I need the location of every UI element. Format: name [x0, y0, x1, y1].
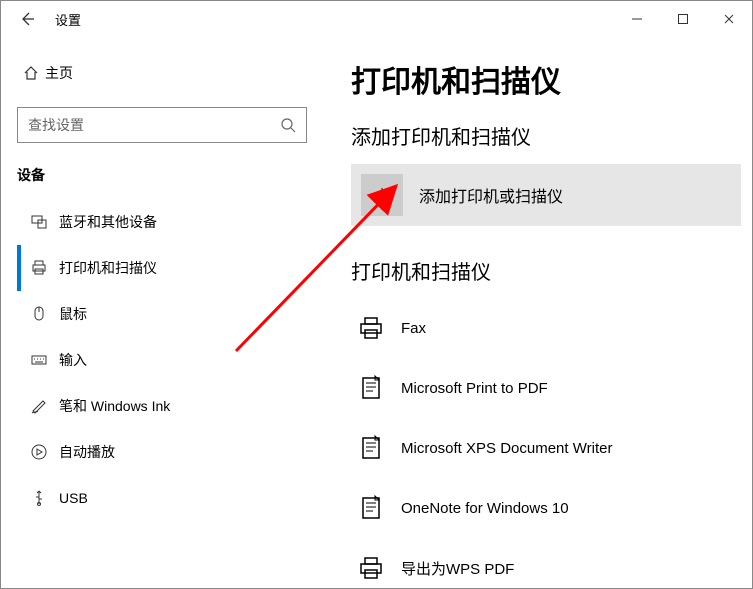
maximize-button[interactable] — [660, 3, 706, 35]
printer-label: Fax — [401, 320, 426, 337]
back-button[interactable] — [11, 3, 43, 35]
keyboard-icon — [25, 351, 53, 369]
printer-device-icon — [351, 374, 391, 402]
close-icon — [723, 13, 735, 25]
sidebar-item-label: 输入 — [59, 350, 87, 370]
add-printer-label: 添加打印机或扫描仪 — [419, 183, 563, 207]
sidebar-item-bluetooth[interactable]: 蓝牙和其他设备 — [17, 199, 309, 245]
printer-item[interactable]: Microsoft Print to PDF — [351, 359, 732, 417]
home-nav[interactable]: 主页 — [17, 55, 309, 91]
window-title: 设置 — [55, 10, 81, 29]
sidebar: 主页 查找设置 设备 蓝牙和其他设备 打印机和扫描仪 — [1, 37, 321, 588]
autoplay-icon — [25, 443, 53, 461]
usb-icon — [25, 489, 53, 507]
sidebar-item-pen[interactable]: 笔和 Windows Ink — [17, 383, 309, 429]
add-section-title: 添加打印机和扫描仪 — [351, 121, 732, 150]
search-input[interactable]: 查找设置 — [17, 107, 307, 143]
printer-label: 导出为WPS PDF — [401, 558, 514, 579]
printer-item[interactable]: OneNote for Windows 10 — [351, 479, 732, 537]
mouse-icon — [25, 305, 53, 323]
printer-item[interactable]: 导出为WPS PDF — [351, 539, 732, 588]
search-icon — [280, 117, 296, 133]
printer-label: Microsoft Print to PDF — [401, 380, 548, 397]
close-button[interactable] — [706, 3, 752, 35]
printers-section-title: 打印机和扫描仪 — [351, 256, 732, 285]
arrow-left-icon — [19, 11, 35, 27]
sidebar-item-mouse[interactable]: 鼠标 — [17, 291, 309, 337]
sidebar-item-label: USB — [59, 490, 88, 506]
devices-icon — [25, 213, 53, 231]
section-label: 设备 — [17, 165, 309, 185]
home-icon — [17, 64, 45, 82]
titlebar: 设置 — [1, 1, 752, 37]
printer-device-icon — [351, 554, 391, 582]
sidebar-item-autoplay[interactable]: 自动播放 — [17, 429, 309, 475]
main-panel: 打印机和扫描仪 添加打印机和扫描仪 + 添加打印机或扫描仪 打印机和扫描仪 Fa… — [321, 37, 752, 588]
printer-item[interactable]: Microsoft XPS Document Writer — [351, 419, 732, 477]
printer-label: OneNote for Windows 10 — [401, 500, 569, 517]
sidebar-item-typing[interactable]: 输入 — [17, 337, 309, 383]
sidebar-item-label: 蓝牙和其他设备 — [59, 212, 157, 232]
minimize-button[interactable] — [614, 3, 660, 35]
search-placeholder: 查找设置 — [28, 115, 280, 135]
printer-icon — [25, 259, 53, 277]
minimize-icon — [631, 13, 643, 25]
maximize-icon — [677, 13, 689, 25]
window-controls — [614, 3, 752, 35]
sidebar-item-usb[interactable]: USB — [17, 475, 309, 521]
printer-device-icon — [351, 434, 391, 462]
printer-item[interactable]: Fax — [351, 299, 732, 357]
printer-label: Microsoft XPS Document Writer — [401, 440, 612, 457]
sidebar-item-label: 打印机和扫描仪 — [59, 258, 157, 278]
page-title: 打印机和扫描仪 — [351, 57, 732, 101]
add-printer-button[interactable]: + 添加打印机或扫描仪 — [351, 164, 741, 226]
printer-device-icon — [351, 314, 391, 342]
home-label: 主页 — [45, 63, 73, 83]
plus-icon: + — [361, 174, 403, 216]
sidebar-item-label: 笔和 Windows Ink — [59, 396, 170, 416]
pen-icon — [25, 397, 53, 415]
sidebar-item-label: 鼠标 — [59, 304, 87, 324]
sidebar-item-printers[interactable]: 打印机和扫描仪 — [17, 245, 309, 291]
sidebar-item-label: 自动播放 — [59, 442, 115, 462]
printer-device-icon — [351, 494, 391, 522]
